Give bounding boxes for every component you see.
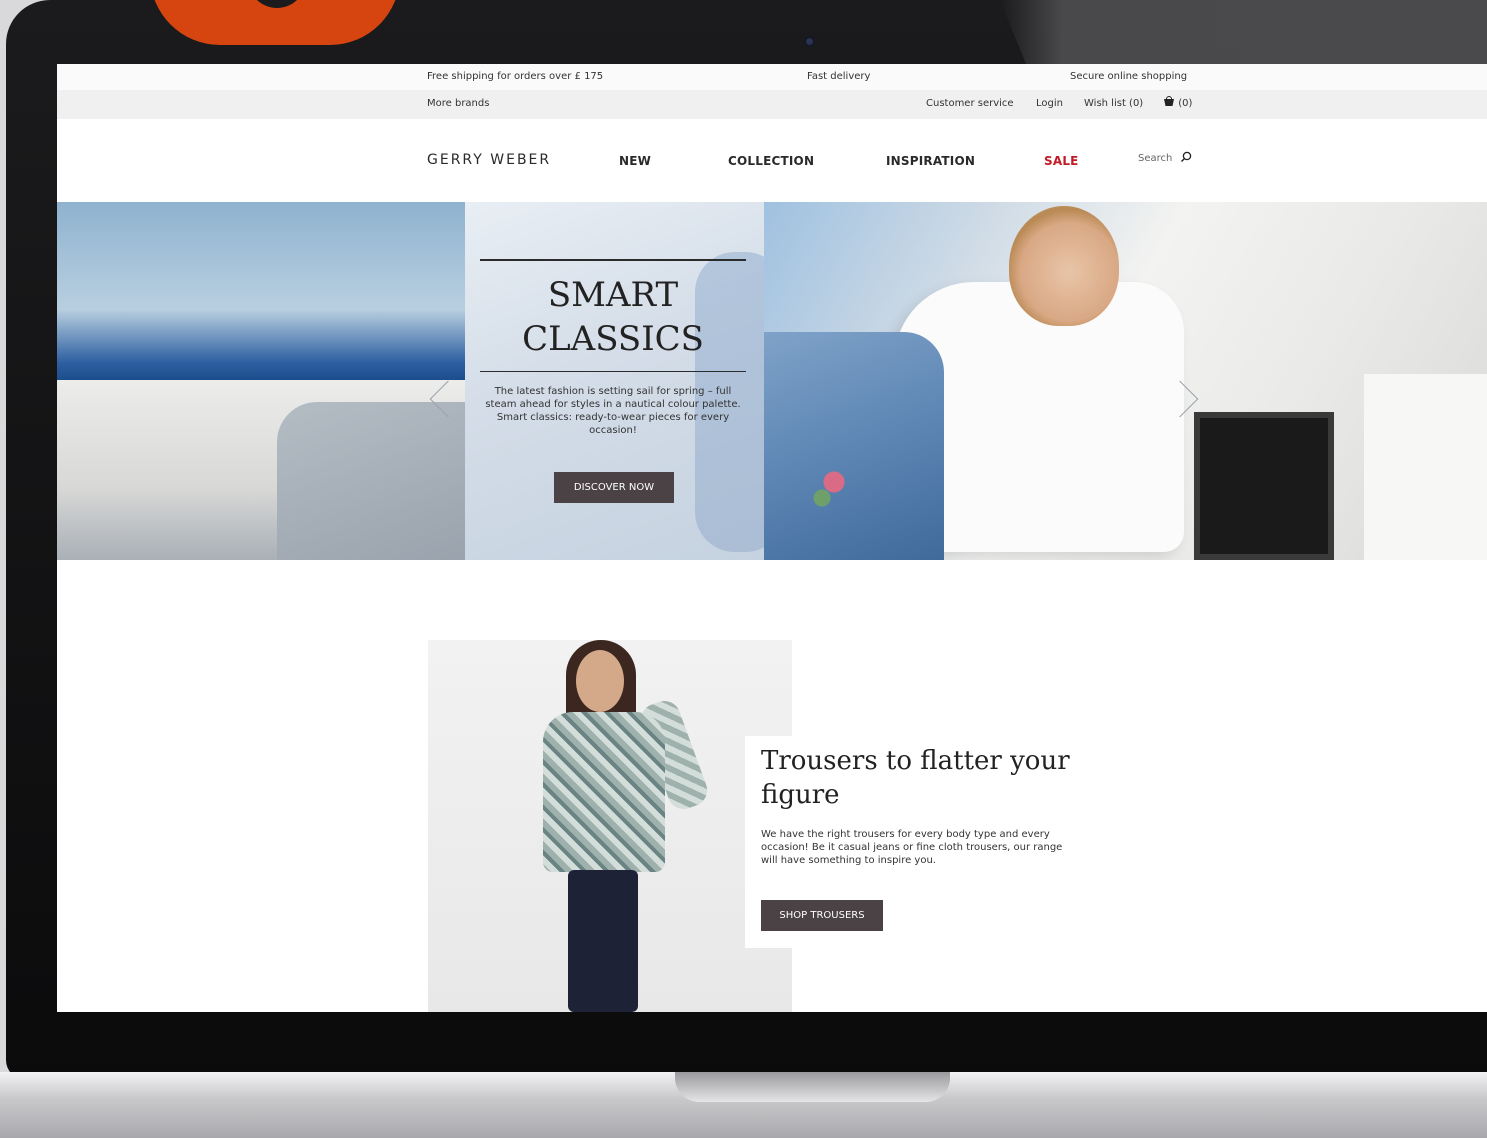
discover-now-button[interactable]: DISCOVER NOW [554,472,674,503]
login-link[interactable]: Login [1036,98,1063,109]
webcam [804,36,815,47]
site-logo[interactable]: GERRY WEBER [427,152,551,168]
usp-bar: Free shipping for orders over £ 175 Fast… [57,64,1487,90]
usp-secure-shopping: Secure online shopping [1070,71,1188,82]
more-brands-link[interactable]: More brands [427,98,489,109]
promo-card: Trousers to flatter your figure We have … [745,736,1075,948]
cart-count: (0) [1178,98,1193,109]
search-field[interactable]: Search [1138,151,1192,164]
promo-image-model[interactable] [428,640,792,1012]
customer-service-link[interactable]: Customer service [926,98,1014,109]
nav-collection[interactable]: COLLECTION [728,154,814,168]
cart-icon [1164,96,1174,106]
cart-link[interactable]: (0) [1163,96,1192,109]
browser-viewport: Free shipping for orders over £ 175 Fast… [57,64,1487,1012]
promo-description: We have the right trousers for every bod… [761,829,1063,866]
hero-rule-bottom [480,371,746,372]
wishlist-link[interactable]: Wish list (0) [1084,98,1143,109]
usp-free-shipping: Free shipping for orders over £ 175 [427,71,604,82]
nav-new[interactable]: NEW [619,154,651,168]
hero-text-box: SMART CLASSICS The latest fashion is set… [480,259,746,459]
hero-title: SMART CLASSICS [522,275,704,359]
nav-inspiration[interactable]: INSPIRATION [886,154,975,168]
main-header: GERRY WEBER NEW COLLECTION INSPIRATION S… [57,119,1487,202]
usp-fast-delivery: Fast delivery [807,71,871,82]
bezel-glare [1000,0,1487,64]
nav-sale[interactable]: SALE [1044,154,1079,168]
hero-rule-top [480,259,746,261]
laptop-notch [675,1072,950,1102]
hero-image-model [764,202,1487,560]
search-placeholder: Search [1138,153,1173,164]
hero-banner: SMART CLASSICS The latest fashion is set… [57,202,1487,560]
hero-description: The latest fashion is setting sail for s… [485,386,741,436]
service-bar: More brands Customer service Login Wish … [57,90,1487,119]
promo-title: Trousers to flatter your figure [761,746,1070,810]
hero-image-sea [57,202,467,560]
search-icon [1180,151,1191,162]
shop-trousers-button[interactable]: SHOP TROUSERS [761,900,883,931]
